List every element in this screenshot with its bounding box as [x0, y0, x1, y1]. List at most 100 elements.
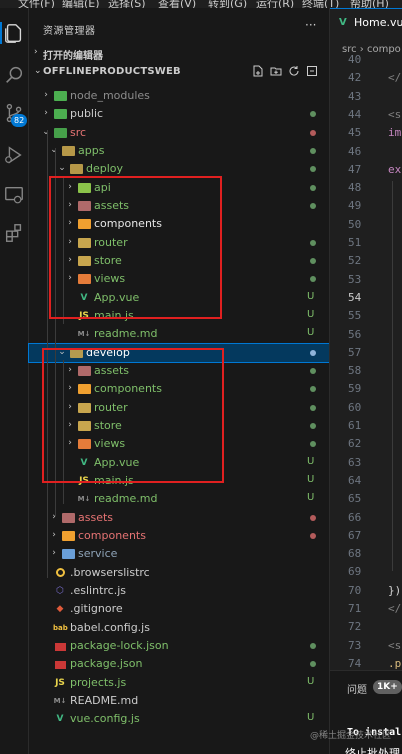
chevron-right-icon[interactable]: ›	[65, 237, 75, 247]
project-section[interactable]: ⌄ OFFLINEPRODUCTSWEB	[29, 63, 329, 81]
new-folder-icon[interactable]	[269, 65, 283, 79]
folder-icon	[77, 254, 91, 268]
folder-item-deploy[interactable]: ⌄ deploy	[29, 160, 329, 178]
menu-item-7[interactable]: 帮助(H)	[350, 0, 389, 8]
line-number: 45	[348, 126, 362, 140]
folder-item-api[interactable]: › api	[29, 179, 329, 197]
tree-item-label: store	[94, 418, 122, 432]
file-item-app-vue[interactable]: V App.vue U	[29, 289, 329, 307]
file-item--gitignore[interactable]: ◆ .gitignore	[29, 600, 329, 618]
file-item-main-js[interactable]: JS main.js U	[29, 307, 329, 325]
tree-item-label: babel.config.js	[70, 620, 150, 634]
menu-item-4[interactable]: 转到(G)	[208, 0, 247, 8]
file-item--browserslistrc[interactable]: .browserslistrc	[29, 564, 329, 582]
source-control-icon[interactable]: 82	[3, 102, 28, 127]
tab-problems[interactable]: 问题	[347, 681, 367, 696]
folder-item-src[interactable]: ⌄ src	[29, 124, 329, 142]
new-file-icon[interactable]	[251, 65, 265, 79]
file-item-readme-md[interactable]: M↓ README.md	[29, 692, 329, 710]
folder-item-node-modules[interactable]: › node_modules	[29, 87, 329, 105]
git-status-dot	[310, 441, 316, 448]
tree-item-label: components	[78, 528, 146, 542]
file-item-main-js[interactable]: JS main.js U	[29, 472, 329, 490]
folder-item-store[interactable]: › store	[29, 252, 329, 270]
run-debug-icon[interactable]	[3, 144, 25, 166]
tab-bar: V Home.vue	[330, 8, 402, 36]
folder-item-assets[interactable]: › assets	[29, 509, 329, 527]
menu-item-2[interactable]: 选择(S)	[108, 0, 146, 8]
git-status-dot	[310, 129, 316, 136]
git-status-untracked: U	[307, 455, 315, 467]
file-item-app-vue[interactable]: V App.vue U	[29, 454, 329, 472]
collapse-all-icon[interactable]	[305, 65, 319, 79]
file-item-readme-md[interactable]: M↓ readme.md U	[29, 325, 329, 343]
file-item-vue-config-js[interactable]: Vvue.config.js U	[29, 710, 329, 728]
folder-item-public[interactable]: › public	[29, 105, 329, 123]
chevron-down-icon[interactable]: ⌄	[57, 347, 67, 357]
file-item-projects-js[interactable]: JS projects.js U	[29, 674, 329, 692]
chevron-down-icon[interactable]: ⌄	[41, 127, 51, 137]
folder-icon	[77, 419, 91, 433]
folder-item-assets[interactable]: › assets	[29, 362, 329, 380]
extensions-icon[interactable]	[3, 222, 25, 244]
file-item-package-json[interactable]: package.json	[29, 655, 329, 673]
problems-count-badge: 1K+	[373, 680, 402, 694]
search-icon[interactable]	[3, 64, 25, 86]
file-item-readme-md[interactable]: M↓ readme.md U	[29, 490, 329, 508]
chevron-right-icon[interactable]: ›	[65, 420, 75, 430]
chevron-down-icon[interactable]: ⌄	[49, 145, 59, 155]
folder-item-components[interactable]: › components	[29, 215, 329, 233]
tab-home-vue[interactable]: V Home.vue	[330, 8, 402, 36]
chevron-down-icon[interactable]: ⌄	[57, 163, 67, 173]
chevron-right-icon[interactable]: ›	[65, 182, 75, 192]
chevron-right-icon[interactable]: ›	[65, 273, 75, 283]
line-number: 68	[348, 547, 362, 561]
file-item-package-lock-json[interactable]: package-lock.json	[29, 637, 329, 655]
git-status-untracked: U	[307, 675, 315, 687]
open-editors-section[interactable]: › 打开的编辑器	[29, 44, 329, 62]
folder-item-components[interactable]: › components	[29, 380, 329, 398]
chevron-right-icon[interactable]: ›	[65, 200, 75, 210]
folder-item-service[interactable]: › service	[29, 545, 329, 563]
chevron-right-icon[interactable]: ›	[65, 365, 75, 375]
chevron-right-icon[interactable]: ›	[49, 530, 59, 540]
tree-item-label: main.js	[94, 308, 134, 322]
editor-area: V Home.vue src › compo 4042</4344<s45im4…	[329, 8, 402, 754]
folder-item-router[interactable]: › router	[29, 399, 329, 417]
chevron-right-icon[interactable]: ›	[49, 548, 59, 558]
chevron-right-icon[interactable]: ›	[65, 438, 75, 448]
chevron-right-icon[interactable]: ›	[65, 218, 75, 228]
tree-item-label: api	[94, 180, 111, 194]
more-actions-icon[interactable]: ···	[305, 18, 316, 32]
folder-item-views[interactable]: › views	[29, 270, 329, 288]
folder-item-store[interactable]: › store	[29, 417, 329, 435]
refresh-icon[interactable]	[287, 65, 301, 79]
folder-item-components[interactable]: › components	[29, 527, 329, 545]
project-name: OFFLINEPRODUCTSWEB	[43, 66, 181, 77]
tree-item-label: deploy	[86, 162, 124, 176]
folder-item-views[interactable]: › views	[29, 435, 329, 453]
menu-item-3[interactable]: 查看(V)	[158, 0, 196, 8]
explorer-icon[interactable]	[0, 22, 25, 44]
folder-item-apps[interactable]: ⌄ apps	[29, 142, 329, 160]
menu-item-5[interactable]: 运行(R)	[256, 0, 294, 8]
chevron-right-icon[interactable]: ›	[41, 108, 51, 118]
folder-item-develop[interactable]: ⌄ develop	[28, 342, 330, 363]
remote-explorer-icon[interactable]	[3, 184, 25, 206]
menu-bar: 文件(F) 编辑(E) 选择(S) 查看(V) 转到(G) 运行(R) 终端(T) 帮助(H)	[0, 0, 402, 8]
tree-item-label: main.js	[94, 473, 134, 487]
menu-item-0[interactable]: 文件(F)	[18, 0, 55, 8]
chevron-right-icon[interactable]: ›	[41, 90, 51, 100]
menu-item-1[interactable]: 编辑(E)	[62, 0, 100, 8]
chevron-right-icon[interactable]: ›	[65, 383, 75, 393]
folder-item-assets[interactable]: › assets	[29, 197, 329, 215]
file-item-babel-config-js[interactable]: bab babel.config.js	[29, 619, 329, 637]
file-item--eslintrc-js[interactable]: ⬡ .eslintrc.js	[29, 582, 329, 600]
folder-item-router[interactable]: › router	[29, 234, 329, 252]
chevron-right-icon[interactable]: ›	[65, 402, 75, 412]
tree-item-label: package-lock.json	[70, 638, 169, 652]
line-number: 53	[348, 272, 362, 286]
menu-item-6[interactable]: 终端(T)	[302, 0, 339, 8]
chevron-right-icon[interactable]: ›	[49, 512, 59, 522]
chevron-right-icon[interactable]: ›	[65, 255, 75, 265]
